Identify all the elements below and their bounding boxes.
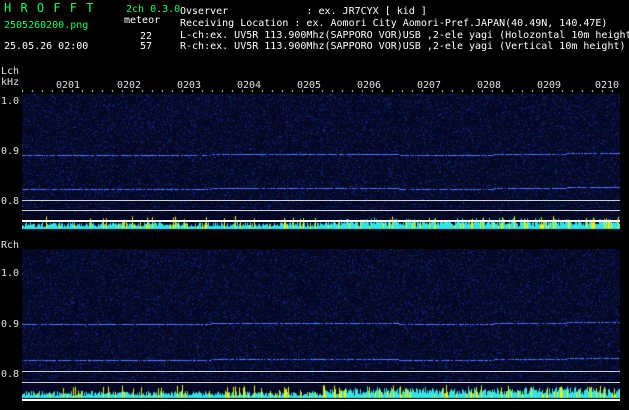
- lch-ytick: 0.9: [1, 146, 20, 157]
- lch-baseline: [22, 220, 620, 222]
- observer-line: Ovserver : ex. JR7CYX [ kid ]: [180, 6, 427, 17]
- datetime-label: 25.05.26 02:00: [4, 41, 89, 52]
- app-brand: H R O F F T: [4, 1, 95, 15]
- rch-ytick: 0.8: [1, 369, 20, 380]
- lch-ytick: 0.8: [1, 196, 20, 207]
- version-label: 2ch 0.3.0: [126, 4, 181, 15]
- rch-spectrogram: [22, 249, 620, 400]
- lch-label: Lch: [1, 66, 20, 77]
- meteor-count-r: 57: [140, 41, 153, 52]
- rch-ref-line: [22, 382, 620, 383]
- rch-ref-line: [22, 371, 620, 372]
- channel-separator: [0, 231, 629, 235]
- lch-ytick: 1.0: [1, 96, 20, 107]
- location-line: Receiving Location : ex. Aomori City Aom…: [180, 18, 608, 29]
- rch-label: Rch: [1, 240, 20, 251]
- lch-unit-label: kHz: [1, 77, 20, 88]
- lch-config-line: L-ch:ex. UV5R 113.900Mhz(SAPPORO VOR)USB…: [180, 30, 629, 41]
- rch-ytick: 0.9: [1, 319, 20, 330]
- rch-baseline: [22, 399, 620, 401]
- lch-ref-line: [22, 210, 620, 211]
- rch-config-line: R-ch:ex. UV5R 113.900Mhz(SAPPORO VOR)USB…: [180, 41, 626, 52]
- filename-label: 2505260200.png: [4, 20, 89, 31]
- lch-ref-line: [22, 200, 620, 201]
- meteor-label: meteor: [124, 15, 161, 26]
- rch-ytick: 1.0: [1, 268, 20, 279]
